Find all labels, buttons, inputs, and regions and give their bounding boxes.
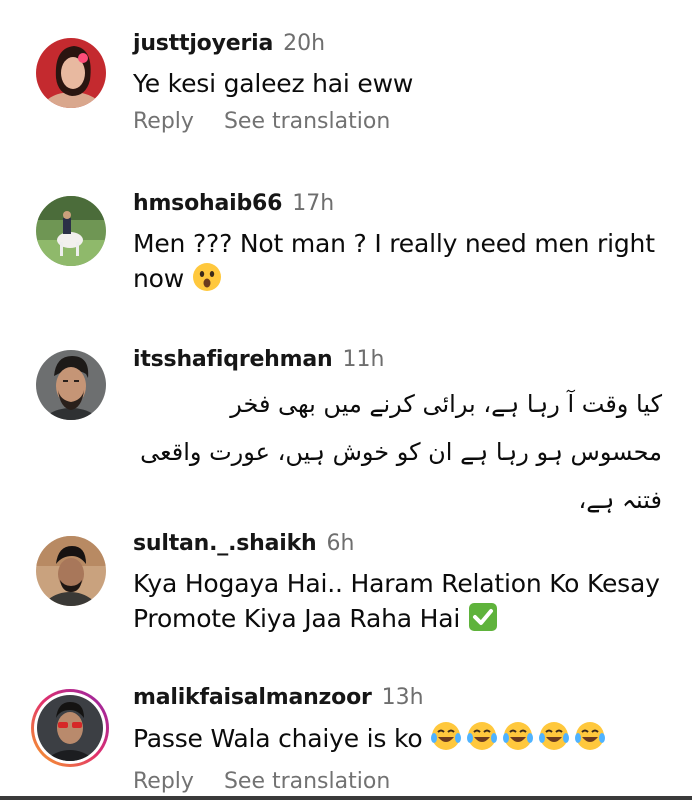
comment-username[interactable]: malikfaisalmanzoor [133, 685, 372, 710]
see-translation-button[interactable]: See translation [224, 109, 390, 134]
comment-username[interactable]: sultan._.shaikh [133, 531, 317, 556]
comment-username[interactable]: justtjoyeria [133, 31, 273, 56]
avatar[interactable] [36, 536, 106, 606]
avatar-story-ring[interactable] [30, 688, 110, 768]
comment-timestamp: 11h [342, 347, 385, 372]
comment-text: کیا وقت آ رہا ہے، برائی کرنے میں بھی فخر… [140, 390, 662, 514]
avatar[interactable] [36, 196, 106, 266]
comment-text: Ye kesi galeez hai eww [133, 69, 414, 98]
comment-text: Kya Hogaya Hai.. Haram Relation Ko Kesay… [133, 569, 660, 633]
avatar[interactable] [36, 350, 106, 420]
tears-of-joy-icon [430, 720, 610, 761]
comment-timestamp: 13h [381, 685, 424, 710]
avatar[interactable] [36, 38, 106, 108]
bottom-divider [0, 796, 692, 800]
comment-username[interactable]: hmsohaib66 [133, 191, 282, 216]
comment-text: Passe Wala chaiye is ko [133, 724, 423, 753]
comment-timestamp: 17h [292, 191, 335, 216]
comment-username[interactable]: itsshafiqrehman [133, 347, 333, 372]
comment-timestamp: 20h [283, 31, 326, 56]
reply-button[interactable]: Reply [133, 769, 194, 794]
reply-button[interactable]: Reply [133, 109, 194, 134]
see-translation-button[interactable]: See translation [224, 769, 390, 794]
astonished-face-icon [192, 262, 222, 301]
cropped-actions-fade [130, 306, 330, 320]
comment-timestamp: 6h [326, 531, 355, 556]
cropped-actions-fade [130, 484, 550, 498]
check-mark-button-icon [468, 602, 498, 641]
